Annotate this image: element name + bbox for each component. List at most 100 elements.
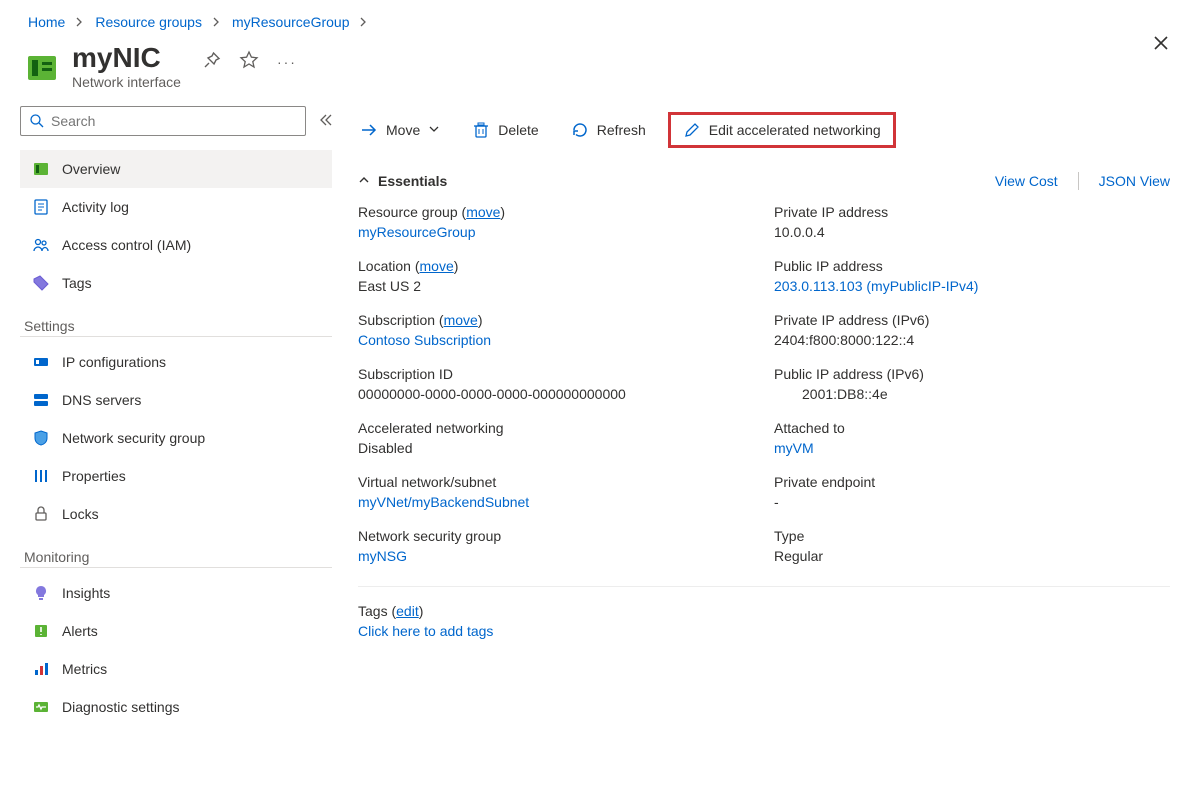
search-input[interactable] xyxy=(20,106,306,136)
sidebar-item-iam[interactable]: Access control (IAM) xyxy=(20,226,332,264)
value-public-ipv6: 2001:DB8::4e xyxy=(774,386,1170,402)
sidebar-item-label: Locks xyxy=(62,506,99,522)
value-type: Regular xyxy=(774,548,1170,564)
sidebar-item-label: Properties xyxy=(62,468,126,484)
sidebar-item-activity-log[interactable]: Activity log xyxy=(20,188,332,226)
nic-resource-icon xyxy=(24,50,60,86)
sidebar-item-label: Activity log xyxy=(62,199,129,215)
star-icon[interactable] xyxy=(239,50,259,73)
alerts-icon xyxy=(32,622,50,640)
label-vnet-subnet: Virtual network/subnet xyxy=(358,474,754,490)
tag-icon xyxy=(32,274,50,292)
value-resource-group[interactable]: myResourceGroup xyxy=(358,224,476,240)
chevron-up-icon xyxy=(358,173,370,189)
sidebar-item-properties[interactable]: Properties xyxy=(20,457,332,495)
value-subscription-id: 00000000-0000-0000-0000-000000000000 xyxy=(358,386,754,402)
move-resource-group-link[interactable]: move xyxy=(466,204,500,220)
sidebar-item-locks[interactable]: Locks xyxy=(20,495,332,533)
trash-icon xyxy=(472,121,490,139)
toolbar-label: Delete xyxy=(498,122,538,138)
sidebar-item-label: Access control (IAM) xyxy=(62,237,191,253)
label-tags: Tags xyxy=(358,603,388,619)
move-location-link[interactable]: move xyxy=(420,258,454,274)
label-attached-to: Attached to xyxy=(774,420,1170,436)
lightbulb-icon xyxy=(32,584,50,602)
arrow-right-icon xyxy=(360,121,378,139)
value-location: East US 2 xyxy=(358,278,754,294)
refresh-button[interactable]: Refresh xyxy=(569,117,648,143)
search-icon xyxy=(29,113,45,129)
diagnostic-icon xyxy=(32,698,50,716)
sidebar-item-metrics[interactable]: Metrics xyxy=(20,650,332,688)
chevron-down-icon xyxy=(428,122,440,138)
main-content: Move Delete Refresh Edit accelerated net… xyxy=(340,106,1200,726)
dns-icon xyxy=(32,391,50,409)
essentials-toggle[interactable]: Essentials xyxy=(358,173,447,189)
sidebar-item-label: Metrics xyxy=(62,661,107,677)
label-private-ip: Private IP address xyxy=(774,204,1170,220)
people-icon xyxy=(32,236,50,254)
label-private-ipv6: Private IP address (IPv6) xyxy=(774,312,1170,328)
shield-icon xyxy=(32,429,50,447)
add-tags-link[interactable]: Click here to add tags xyxy=(358,623,493,639)
pin-icon[interactable] xyxy=(203,51,221,72)
close-icon[interactable] xyxy=(1152,34,1170,55)
delete-button[interactable]: Delete xyxy=(470,117,540,143)
pencil-icon xyxy=(683,121,701,139)
edit-accelerated-networking-button[interactable]: Edit accelerated networking xyxy=(681,117,883,143)
label-location: Location xyxy=(358,258,411,274)
value-subscription[interactable]: Contoso Subscription xyxy=(358,332,491,348)
edit-tags-link[interactable]: edit xyxy=(396,603,419,619)
sidebar-item-insights[interactable]: Insights xyxy=(20,574,332,612)
activity-log-icon xyxy=(32,198,50,216)
sidebar-item-nsg[interactable]: Network security group xyxy=(20,419,332,457)
label-nsg: Network security group xyxy=(358,528,754,544)
value-attached-to[interactable]: myVM xyxy=(774,440,814,456)
label-resource-group: Resource group xyxy=(358,204,458,220)
label-private-endpoint: Private endpoint xyxy=(774,474,1170,490)
value-private-ip: 10.0.0.4 xyxy=(774,224,1170,240)
label-public-ipv6: Public IP address (IPv6) xyxy=(774,366,1170,382)
move-button[interactable]: Move xyxy=(358,117,442,143)
more-icon[interactable]: ··· xyxy=(277,54,297,70)
ip-config-icon xyxy=(32,353,50,371)
sidebar-item-overview[interactable]: Overview xyxy=(20,150,332,188)
toolbar: Move Delete Refresh Edit accelerated net… xyxy=(358,106,1170,152)
label-accelerated-networking: Accelerated networking xyxy=(358,420,754,436)
value-public-ip[interactable]: 203.0.113.103 (myPublicIP-IPv4) xyxy=(774,278,978,294)
collapse-sidebar-icon[interactable] xyxy=(318,113,332,130)
chevron-right-icon xyxy=(75,14,85,30)
sidebar-item-diagnostic-settings[interactable]: Diagnostic settings xyxy=(20,688,332,726)
value-private-ipv6: 2404:f800:8000:122::4 xyxy=(774,332,1170,348)
value-nsg[interactable]: myNSG xyxy=(358,548,407,564)
lock-icon xyxy=(32,505,50,523)
sidebar-item-tags[interactable]: Tags xyxy=(20,264,332,302)
sidebar-section-settings: Settings xyxy=(20,302,332,337)
toolbar-label: Move xyxy=(386,122,420,138)
chevron-right-icon xyxy=(359,14,369,30)
label-subscription-id: Subscription ID xyxy=(358,366,754,382)
sidebar-item-ip-configurations[interactable]: IP configurations xyxy=(20,343,332,381)
sidebar-item-alerts[interactable]: Alerts xyxy=(20,612,332,650)
view-cost-link[interactable]: View Cost xyxy=(995,173,1058,189)
sidebar-item-label: DNS servers xyxy=(62,392,141,408)
nic-icon xyxy=(32,160,50,178)
move-subscription-link[interactable]: move xyxy=(444,312,478,328)
sidebar-item-label: Diagnostic settings xyxy=(62,699,180,715)
sidebar-item-label: Network security group xyxy=(62,430,205,446)
value-vnet-subnet[interactable]: myVNet/myBackendSubnet xyxy=(358,494,529,510)
sidebar-item-dns-servers[interactable]: DNS servers xyxy=(20,381,332,419)
breadcrumb-my-resource-group[interactable]: myResourceGroup xyxy=(232,14,350,30)
breadcrumb: Home Resource groups myResourceGroup xyxy=(0,0,1200,30)
sidebar-item-label: Tags xyxy=(62,275,92,291)
separator xyxy=(1078,172,1079,190)
page-subtitle: Network interface xyxy=(72,74,181,90)
label-subscription: Subscription xyxy=(358,312,435,328)
label-public-ip: Public IP address xyxy=(774,258,1170,274)
sidebar-section-monitoring: Monitoring xyxy=(20,533,332,568)
breadcrumb-resource-groups[interactable]: Resource groups xyxy=(95,14,202,30)
page-title: myNIC xyxy=(72,44,181,72)
value-private-endpoint: - xyxy=(774,494,1170,510)
breadcrumb-home[interactable]: Home xyxy=(28,14,65,30)
json-view-link[interactable]: JSON View xyxy=(1099,173,1170,189)
